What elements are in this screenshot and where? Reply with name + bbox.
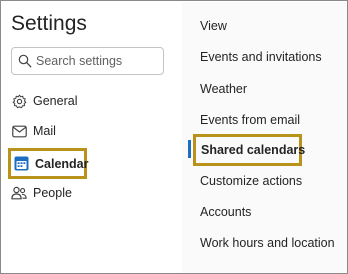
settings-window: Settings General: [0, 0, 348, 274]
mail-icon: [11, 123, 27, 139]
nav-item-label: Mail: [33, 124, 56, 138]
settings-item-label: Shared calendars: [201, 143, 306, 157]
page-title: Settings: [11, 12, 87, 35]
settings-item-weather[interactable]: Weather: [200, 81, 247, 97]
nav-item-general[interactable]: General: [11, 89, 77, 113]
settings-item-shared-calendars[interactable]: Shared calendars: [193, 134, 306, 166]
nav-item-label: General: [33, 94, 78, 108]
calendar-icon: [14, 156, 29, 172]
search-icon: [18, 54, 32, 68]
search-box[interactable]: [11, 47, 164, 75]
search-input[interactable]: [36, 51, 160, 71]
nav-item-label: Calendar: [35, 156, 89, 171]
nav-item-label: People: [33, 186, 72, 200]
settings-item-events-from-email[interactable]: Events from email: [200, 112, 300, 128]
settings-item-view[interactable]: View: [200, 18, 227, 34]
nav-item-mail[interactable]: Mail: [11, 119, 56, 143]
settings-item-events-and-invitations[interactable]: Events and invitations: [200, 49, 322, 65]
gear-icon: [11, 93, 27, 109]
people-icon: [11, 185, 27, 201]
settings-item-work-hours-and-location[interactable]: Work hours and location: [200, 235, 335, 251]
settings-item-customize-actions[interactable]: Customize actions: [200, 173, 302, 189]
selected-indicator: [188, 140, 191, 158]
settings-nav-pane: Settings General: [2, 2, 181, 273]
calendar-settings-pane: View Events and invitations Weather Even…: [182, 2, 347, 273]
nav-item-calendar[interactable]: Calendar: [8, 148, 89, 179]
nav-item-people[interactable]: People: [11, 181, 72, 205]
settings-item-accounts[interactable]: Accounts: [200, 204, 251, 220]
